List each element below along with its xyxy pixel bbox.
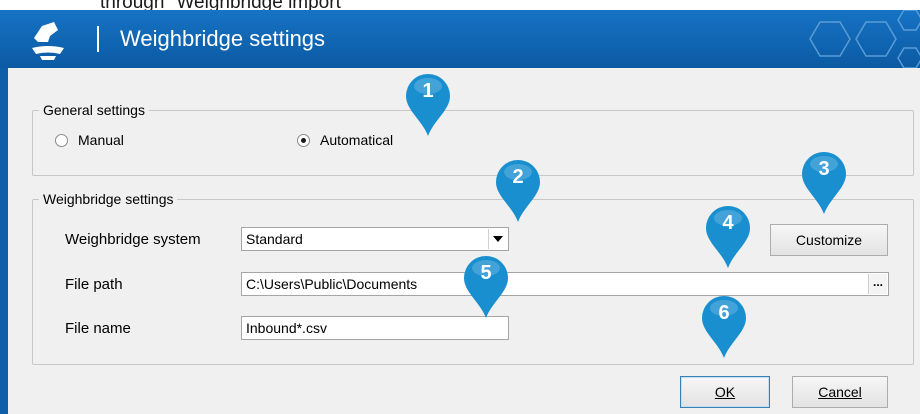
callout-number: 1 (422, 80, 434, 102)
callout-marker-3: 3 (800, 150, 848, 216)
customize-button[interactable]: Customize (770, 224, 888, 256)
ellipsis-icon[interactable]: ... (868, 274, 887, 294)
radio-manual-label: Manual (78, 132, 124, 148)
callout-marker-1: 1 (404, 72, 452, 138)
callout-number: 3 (818, 158, 830, 180)
title-separator (97, 26, 99, 52)
general-settings-group: General settings Manual Automatical (32, 102, 914, 176)
dialog-content: General settings Manual Automatical Weig… (8, 68, 920, 414)
hexagon-decoration-icon (809, 10, 920, 68)
file-path-label: File path (65, 276, 123, 293)
callout-number: 6 (718, 302, 730, 324)
callout-number: 5 (480, 262, 492, 284)
radio-manual[interactable]: Manual (55, 132, 124, 148)
weighbridge-settings-legend: Weighbridge settings (39, 191, 178, 207)
callout-number: 2 (512, 166, 524, 188)
cancel-button[interactable]: Cancel (792, 376, 888, 408)
callout-marker-5: 5 (462, 254, 510, 320)
app-logo-icon (32, 22, 64, 60)
weighbridge-settings-window: Weighbridge settings General settings Ma… (0, 10, 920, 414)
radio-icon[interactable] (297, 133, 310, 147)
window-title: Weighbridge settings (120, 26, 326, 51)
ok-button[interactable]: OK (680, 376, 770, 408)
callout-marker-2: 2 (494, 158, 542, 224)
title-bar: Weighbridge settings (0, 10, 920, 68)
general-settings-legend: General settings (39, 102, 149, 118)
radio-icon[interactable] (55, 133, 68, 147)
radio-automatical[interactable]: Automatical (297, 132, 393, 148)
file-name-value: Inbound*.csv (246, 320, 327, 336)
radio-automatical-label: Automatical (320, 132, 394, 148)
file-path-input[interactable]: C:\Users\Public\Documents ... (241, 272, 889, 296)
file-name-label: File name (65, 320, 131, 337)
callout-marker-4: 4 (704, 204, 752, 270)
callout-number: 4 (722, 212, 734, 234)
dropdown-arrow-icon[interactable] (488, 229, 507, 249)
file-path-value: C:\Users\Public\Documents (246, 276, 418, 292)
weighbridge-system-value: Standard (246, 231, 303, 247)
cancel-button-label: Cancel (818, 384, 862, 400)
weighbridge-system-select[interactable]: Standard (241, 227, 509, 251)
callout-marker-6: 6 (700, 294, 748, 360)
weighbridge-system-label: Weighbridge system (65, 231, 201, 248)
